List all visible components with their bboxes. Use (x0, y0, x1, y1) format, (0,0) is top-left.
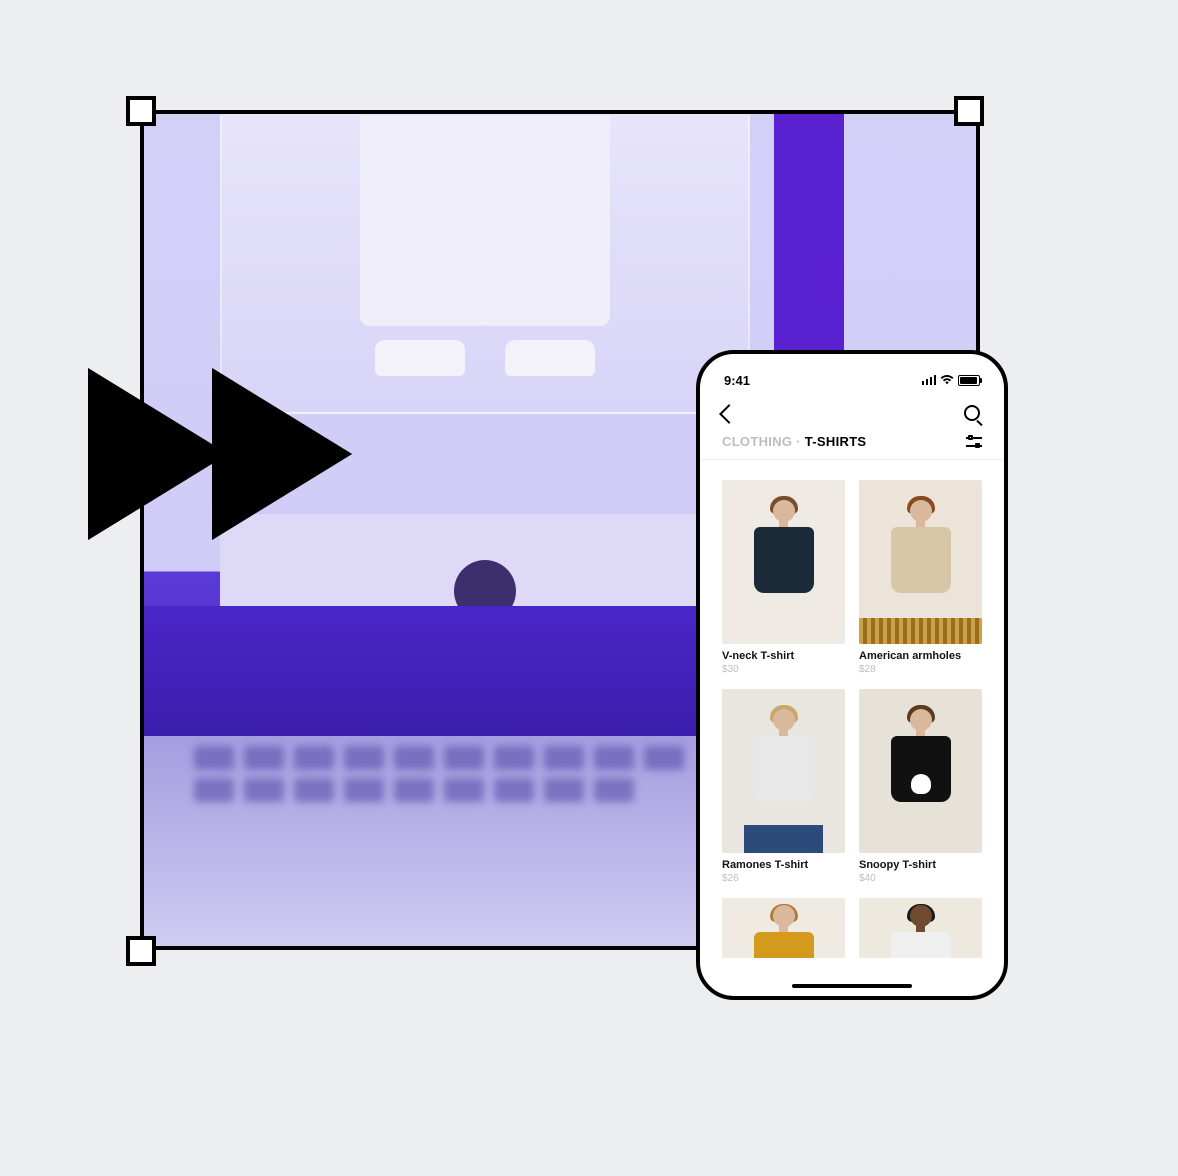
cellular-icon (922, 375, 937, 385)
product-name: V-neck T-shirt (722, 650, 845, 662)
product-image (859, 898, 982, 958)
model-legs-illustration (345, 116, 625, 414)
back-icon[interactable] (719, 404, 739, 424)
product-card[interactable]: V-neck T-shirt $30 (722, 480, 845, 675)
product-card[interactable]: American armholes $28 (859, 480, 982, 675)
breadcrumb[interactable]: CLOTHING · T-SHIRTS (722, 434, 866, 449)
status-bar: 9:41 (700, 354, 1004, 394)
product-grid[interactable]: V-neck T-shirt $30 American armholes $28… (700, 460, 1004, 996)
product-image (722, 480, 845, 644)
product-card[interactable] (859, 898, 982, 958)
product-name: Ramones T-shirt (722, 859, 845, 871)
status-time: 9:41 (724, 373, 750, 388)
product-card[interactable] (722, 898, 845, 958)
home-indicator[interactable] (792, 984, 912, 988)
breadcrumb-current: T-SHIRTS (805, 434, 867, 449)
product-image (859, 689, 982, 853)
product-price: $28 (859, 664, 982, 675)
product-name: American armholes (859, 650, 982, 662)
breadcrumb-parent: CLOTHING (722, 434, 792, 449)
nav-bar (700, 394, 1004, 434)
wifi-icon (940, 373, 954, 387)
product-image (722, 898, 845, 958)
product-price: $26 (722, 873, 845, 884)
product-image (722, 689, 845, 853)
selection-handle-top-right[interactable] (954, 96, 984, 126)
breadcrumb-sep: · (796, 434, 801, 449)
product-name: Snoopy T-shirt (859, 859, 982, 871)
selection-handle-bottom-left[interactable] (126, 936, 156, 966)
product-card[interactable]: Snoopy T-shirt $40 (859, 689, 982, 884)
battery-icon (958, 375, 980, 386)
filter-icon[interactable] (966, 435, 982, 449)
fast-forward-icon (94, 374, 348, 534)
product-image (859, 480, 982, 644)
status-indicators (922, 373, 981, 387)
selection-handle-top-left[interactable] (126, 96, 156, 126)
product-price: $40 (859, 873, 982, 884)
product-card[interactable]: Ramones T-shirt $26 (722, 689, 845, 884)
search-icon[interactable] (964, 405, 982, 423)
phone-mockup: 9:41 CLOTHING · T-SHIRTS V-neck T-shirt … (696, 350, 1008, 1000)
breadcrumb-row: CLOTHING · T-SHIRTS (700, 434, 1004, 460)
product-price: $30 (722, 664, 845, 675)
